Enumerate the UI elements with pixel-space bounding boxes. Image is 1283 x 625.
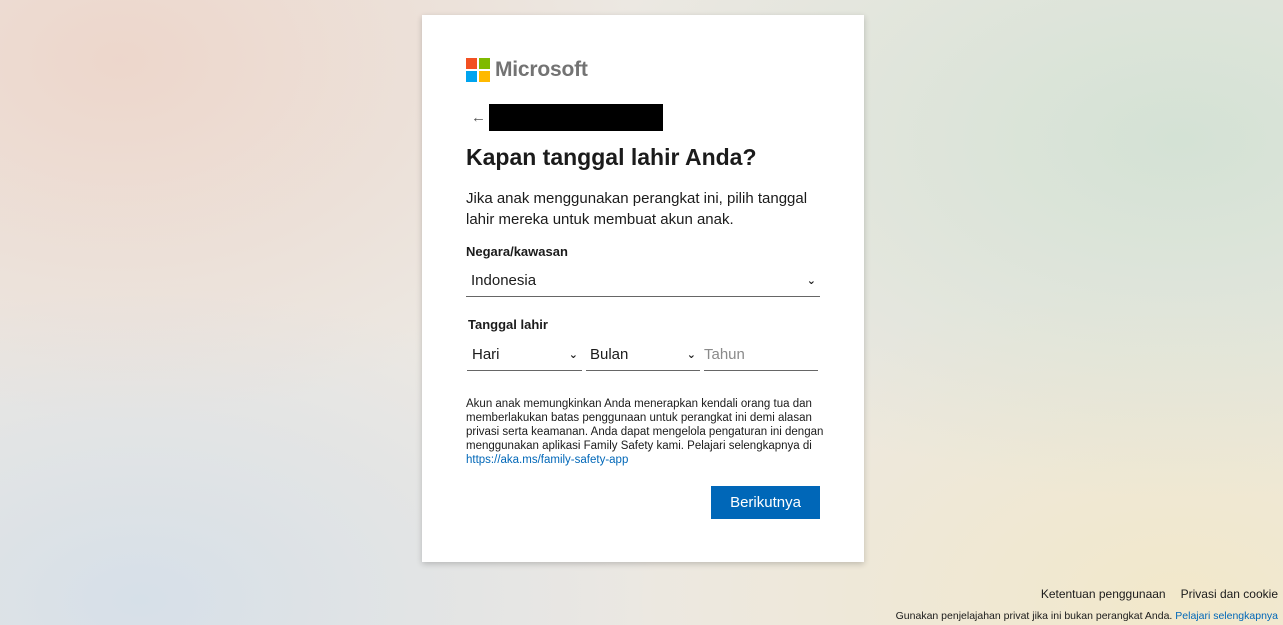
- learn-more-link[interactable]: Pelajari selengkapnya: [1175, 610, 1278, 622]
- identity-row: ←: [471, 104, 663, 131]
- chevron-down-icon: ⌄: [568, 349, 578, 361]
- birthdate-label: Tanggal lahir: [468, 317, 548, 332]
- microsoft-logo-text: Microsoft: [495, 58, 588, 81]
- chevron-down-icon: ⌄: [686, 349, 696, 361]
- country-label: Negara/kawasan: [466, 244, 568, 259]
- month-select-value: Bulan: [590, 346, 629, 363]
- child-account-info-text: Akun anak memungkinkan Anda menerapkan k…: [466, 398, 824, 452]
- family-safety-link[interactable]: https://aka.ms/family-safety-app: [466, 454, 628, 466]
- day-select-value: Hari: [472, 346, 500, 363]
- microsoft-logo: Microsoft: [466, 58, 588, 82]
- arrow-left-icon[interactable]: ←: [471, 110, 487, 125]
- redacted-account-name: [489, 104, 663, 131]
- page-title: Kapan tanggal lahir Anda?: [466, 144, 757, 170]
- terms-link[interactable]: Ketentuan penggunaan: [1041, 587, 1166, 601]
- day-select[interactable]: Hari ⌄: [467, 339, 582, 371]
- country-select-value: Indonesia: [471, 272, 537, 289]
- chevron-down-icon: ⌄: [806, 275, 816, 287]
- privacy-link[interactable]: Privasi dan cookie: [1181, 587, 1278, 601]
- footer-note-text: Gunakan penjelajahan privat jika ini buk…: [895, 610, 1173, 622]
- microsoft-logo-icon: [466, 58, 490, 82]
- year-input[interactable]: [704, 339, 818, 371]
- month-select[interactable]: Bulan ⌄: [586, 339, 700, 371]
- next-button[interactable]: Berikutnya: [711, 486, 820, 519]
- country-select[interactable]: Indonesia ⌄: [466, 265, 820, 297]
- child-account-info: Akun anak memungkinkan Anda menerapkan k…: [466, 397, 824, 467]
- footer-links: Ketentuan penggunaan Privasi dan cookie: [1041, 587, 1278, 601]
- footer-note: Gunakan penjelajahan privat jika ini buk…: [896, 610, 1278, 622]
- page-description: Jika anak menggunakan perangkat ini, pil…: [466, 190, 808, 228]
- signin-card: Microsoft ← Kapan tanggal lahir Anda? Ji…: [422, 15, 864, 562]
